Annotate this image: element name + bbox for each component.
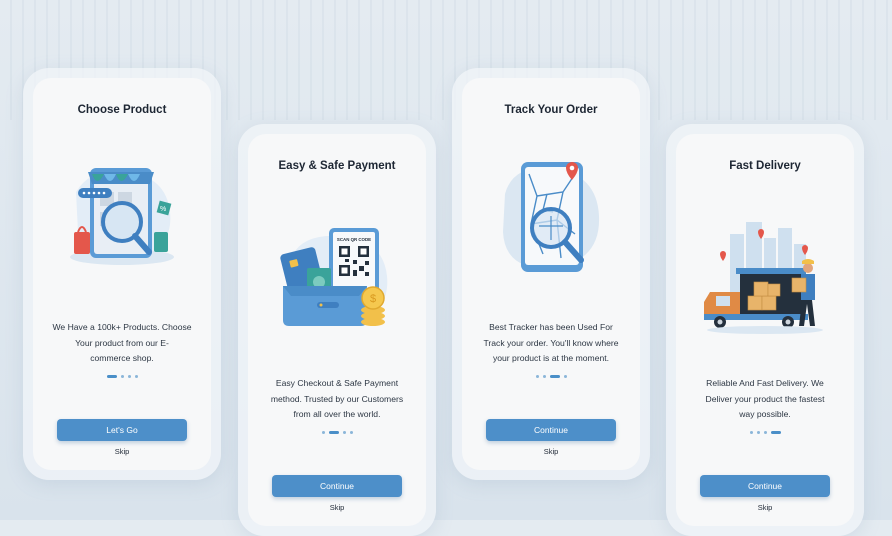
page-indicator (676, 431, 854, 434)
page-dot (756, 431, 760, 434)
page-dot-active (549, 375, 560, 378)
onboarding-card-track-your-order: Track Your Order Best Tracker has been U… (462, 78, 640, 470)
page-dot-active (770, 431, 781, 434)
screen-title: Track Your Order (504, 104, 598, 116)
onboarding-frame-2: Easy & Safe Payment SCAN QR CODE $ Easy … (238, 124, 436, 536)
onboarding-card-fast-delivery: Fast Delivery Reliable And Fast Delivery… (676, 134, 854, 526)
description-line: Track your order. You'll know where (483, 337, 619, 348)
wallet-qr-illustration: SCAN QR CODE $ (280, 228, 388, 326)
description-line: your product is at the moment. (492, 353, 610, 363)
svg-text:%: % (160, 206, 166, 213)
page-dot (563, 375, 567, 378)
description-line: from all over the world. (293, 409, 381, 419)
continue-button[interactable]: Continue (700, 475, 830, 497)
page-dot (127, 375, 131, 378)
qr-label: SCAN QR CODE (337, 237, 371, 242)
skip-link[interactable]: Skip (462, 447, 640, 456)
map-tracking-illustration (503, 162, 600, 272)
continue-button[interactable]: Continue (272, 475, 402, 497)
skip-link[interactable]: Skip (676, 503, 854, 512)
shop-search-illustration: % (70, 168, 174, 265)
onboarding-frame-1: Choose Product % We Have a 100k+ Product… (23, 68, 221, 480)
description-line: Easy Checkout & Safe Payment (275, 378, 399, 388)
skip-link[interactable]: Skip (248, 503, 426, 512)
description-line: Reliable And Fast Delivery. We (706, 378, 824, 388)
onboarding-frame-3: Track Your Order Best Tracker has been U… (452, 68, 650, 480)
onboarding-frame-4: Fast Delivery Reliable And Fast Delivery… (666, 124, 864, 536)
description-line: method. Trusted by our Customers (270, 393, 404, 404)
onboarding-card-easy-safe-payment: Easy & Safe Payment SCAN QR CODE $ Easy … (248, 134, 426, 526)
page-dot (321, 431, 325, 434)
screen-description: Best Tracker has been Used For Track you… (474, 320, 628, 367)
screen-title: Easy & Safe Payment (278, 160, 396, 172)
description-line: We Have a 100k+ Products. Choose (52, 322, 192, 332)
page-dot (134, 375, 138, 378)
page-dot (535, 375, 539, 378)
page-dot-active (328, 431, 339, 434)
description-line: Your product from our E- (75, 337, 169, 348)
page-dot (342, 431, 346, 434)
description-line: way possible. (739, 409, 791, 419)
screen-title: Choose Product (77, 104, 167, 116)
continue-button[interactable]: Continue (486, 419, 616, 441)
page-indicator (462, 375, 640, 378)
page-dot-active (106, 375, 117, 378)
page-dot (749, 431, 753, 434)
page-dot (349, 431, 353, 434)
description-line: commerce shop. (90, 353, 154, 363)
screen-description: Easy Checkout & Safe Payment method. Tru… (260, 376, 414, 423)
skip-link[interactable]: Skip (33, 447, 211, 456)
page-dot (763, 431, 767, 434)
svg-text:$: $ (370, 293, 376, 305)
lets-go-button[interactable]: Let's Go (57, 419, 187, 441)
page-indicator (33, 375, 211, 378)
description-line: Best Tracker has been Used For (489, 322, 613, 332)
screen-description: We Have a 100k+ Products. Choose Your pr… (45, 320, 199, 367)
page-indicator (248, 431, 426, 434)
delivery-truck-illustration (704, 222, 823, 334)
page-dot (542, 375, 546, 378)
page-dot (120, 375, 124, 378)
screen-description: Reliable And Fast Delivery. We Deliver y… (688, 376, 842, 423)
onboarding-card-choose-product: Choose Product % We Have a 100k+ Product… (33, 78, 211, 470)
screen-title: Fast Delivery (729, 160, 801, 172)
description-line: Deliver your product the fastest (705, 393, 825, 404)
